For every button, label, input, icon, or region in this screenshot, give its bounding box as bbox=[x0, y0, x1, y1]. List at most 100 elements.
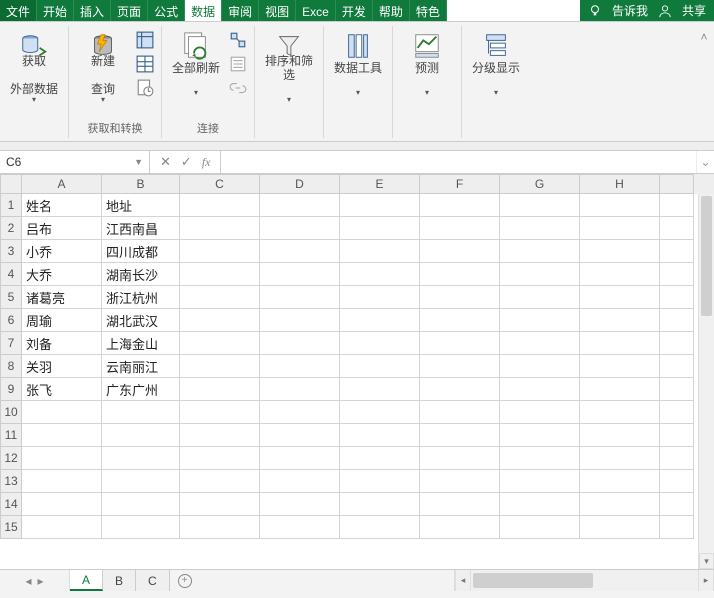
cell[interactable] bbox=[660, 378, 694, 401]
spreadsheet-grid[interactable]: ABCDEFGH 1姓名地址2吕布江西南昌3小乔四川成都4大乔湖南长沙5诸葛亮浙… bbox=[0, 174, 714, 569]
cell[interactable] bbox=[580, 424, 660, 447]
tab-excel[interactable]: Exce bbox=[296, 0, 336, 21]
cell[interactable] bbox=[500, 516, 580, 539]
column-header[interactable]: D bbox=[260, 174, 340, 194]
cell[interactable] bbox=[22, 493, 102, 516]
tab-file[interactable]: 文件 bbox=[0, 0, 37, 21]
column-header[interactable]: F bbox=[420, 174, 500, 194]
sort-filter-button[interactable]: 排序和筛选▾ bbox=[261, 26, 317, 94]
cell[interactable] bbox=[22, 470, 102, 493]
cell[interactable] bbox=[500, 309, 580, 332]
cell[interactable]: 小乔 bbox=[22, 240, 102, 263]
cell[interactable] bbox=[660, 286, 694, 309]
cell[interactable] bbox=[340, 286, 420, 309]
scroll-right-button[interactable]: ▸ bbox=[698, 570, 714, 591]
cell[interactable] bbox=[660, 447, 694, 470]
cell[interactable] bbox=[580, 470, 660, 493]
row-header[interactable]: 10 bbox=[0, 401, 22, 424]
cell[interactable] bbox=[660, 424, 694, 447]
row-header[interactable]: 8 bbox=[0, 355, 22, 378]
cell[interactable] bbox=[420, 217, 500, 240]
expand-formula-bar-button[interactable]: ⌄ bbox=[696, 151, 714, 173]
cell[interactable] bbox=[420, 309, 500, 332]
properties-button[interactable] bbox=[228, 54, 248, 74]
row-header[interactable]: 6 bbox=[0, 309, 22, 332]
cell[interactable] bbox=[500, 470, 580, 493]
tab-insert[interactable]: 插入 bbox=[74, 0, 111, 21]
cell[interactable] bbox=[102, 424, 180, 447]
cell[interactable] bbox=[420, 194, 500, 217]
cell[interactable]: 吕布 bbox=[22, 217, 102, 240]
get-external-data-button[interactable]: 获取外部数据 ▾ bbox=[6, 26, 62, 94]
cell[interactable] bbox=[420, 263, 500, 286]
cell[interactable] bbox=[22, 516, 102, 539]
horizontal-scroll-thumb[interactable] bbox=[473, 573, 593, 588]
cell[interactable] bbox=[180, 332, 260, 355]
cell[interactable] bbox=[340, 493, 420, 516]
cell[interactable] bbox=[420, 470, 500, 493]
cell[interactable] bbox=[420, 355, 500, 378]
cell[interactable]: 上海金山 bbox=[102, 332, 180, 355]
cell[interactable] bbox=[102, 470, 180, 493]
insert-function-button[interactable]: fx bbox=[202, 155, 211, 170]
cell[interactable] bbox=[260, 240, 340, 263]
cell[interactable] bbox=[340, 309, 420, 332]
tell-me-button[interactable]: 告诉我 bbox=[612, 2, 648, 19]
tab-home[interactable]: 开始 bbox=[37, 0, 74, 21]
cell[interactable] bbox=[340, 263, 420, 286]
cell[interactable] bbox=[102, 493, 180, 516]
data-tools-button[interactable]: 数据工具▾ bbox=[330, 26, 386, 94]
cell[interactable] bbox=[660, 470, 694, 493]
cell[interactable] bbox=[340, 332, 420, 355]
recent-sources-button[interactable] bbox=[135, 78, 155, 98]
cell[interactable] bbox=[102, 401, 180, 424]
new-sheet-button[interactable]: + bbox=[170, 570, 200, 591]
cell[interactable] bbox=[580, 286, 660, 309]
cell[interactable] bbox=[180, 286, 260, 309]
cell[interactable] bbox=[180, 240, 260, 263]
cell[interactable] bbox=[500, 286, 580, 309]
cell[interactable] bbox=[340, 447, 420, 470]
cell[interactable]: 四川成都 bbox=[102, 240, 180, 263]
row-header[interactable]: 14 bbox=[0, 493, 22, 516]
column-header[interactable]: A bbox=[22, 174, 102, 194]
cell[interactable] bbox=[260, 401, 340, 424]
cell[interactable] bbox=[180, 194, 260, 217]
cell[interactable] bbox=[420, 424, 500, 447]
cell[interactable] bbox=[420, 240, 500, 263]
column-header[interactable]: E bbox=[340, 174, 420, 194]
cell[interactable] bbox=[420, 447, 500, 470]
cell[interactable] bbox=[260, 355, 340, 378]
cell[interactable] bbox=[580, 516, 660, 539]
cell[interactable] bbox=[580, 493, 660, 516]
cell[interactable] bbox=[660, 217, 694, 240]
tab-data[interactable]: 数据 bbox=[185, 0, 222, 21]
cell[interactable] bbox=[580, 355, 660, 378]
cell[interactable] bbox=[260, 493, 340, 516]
cell[interactable] bbox=[260, 217, 340, 240]
cell[interactable] bbox=[580, 447, 660, 470]
share-button[interactable]: 共享 bbox=[682, 2, 706, 19]
cell[interactable] bbox=[260, 447, 340, 470]
row-header[interactable]: 11 bbox=[0, 424, 22, 447]
cell[interactable] bbox=[340, 470, 420, 493]
scroll-down-button[interactable]: ▾ bbox=[699, 553, 714, 569]
tab-developer[interactable]: 开发 bbox=[336, 0, 373, 21]
cell[interactable] bbox=[660, 355, 694, 378]
cell[interactable] bbox=[660, 309, 694, 332]
horizontal-scrollbar[interactable]: ◂ ▸ bbox=[454, 570, 714, 591]
cell[interactable] bbox=[500, 194, 580, 217]
cell[interactable] bbox=[500, 217, 580, 240]
tab-formulas[interactable]: 公式 bbox=[148, 0, 185, 21]
select-all-button[interactable] bbox=[0, 174, 22, 194]
cell[interactable] bbox=[260, 332, 340, 355]
cell[interactable] bbox=[180, 447, 260, 470]
cell[interactable]: 湖北武汉 bbox=[102, 309, 180, 332]
row-header[interactable]: 15 bbox=[0, 516, 22, 539]
cell[interactable] bbox=[580, 263, 660, 286]
edit-links-button[interactable] bbox=[228, 78, 248, 98]
sheet-nav-next-button[interactable]: ▸ bbox=[38, 574, 44, 588]
cell[interactable]: 刘备 bbox=[22, 332, 102, 355]
cell[interactable] bbox=[260, 378, 340, 401]
cell[interactable] bbox=[580, 309, 660, 332]
